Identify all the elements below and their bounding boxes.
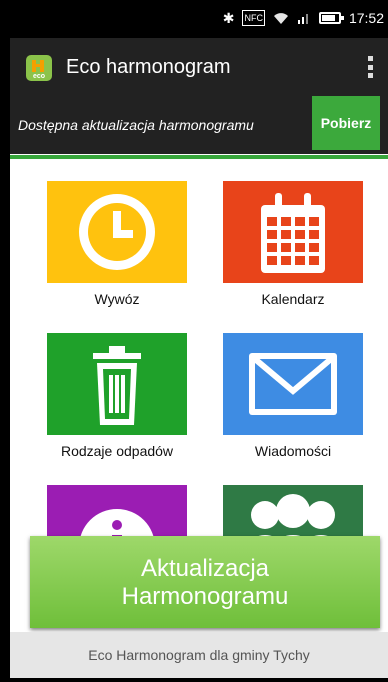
app-bar: eco Eco harmonogram (10, 38, 388, 96)
status-bar: ✱ NFC 17:52 (10, 0, 388, 38)
tile-rodzaje-odpadow-label: Rodzaje odpadów (60, 443, 174, 459)
calendar-icon (261, 193, 325, 273)
bluetooth-icon: ✱ (222, 10, 235, 26)
status-icons: ✱ NFC 17:52 (223, 10, 384, 26)
app-logo-text: eco (32, 73, 46, 80)
update-notice-bar: Dostępna aktualizacja harmonogramu Pobie… (10, 96, 388, 154)
overflow-menu-icon[interactable] (368, 56, 374, 78)
update-schedule-line2: Harmonogramu (121, 583, 289, 610)
tile-rodzaje-odpadow[interactable] (47, 333, 187, 435)
tile-kalendarz-label: Kalendarz (261, 291, 325, 307)
signal-icon (297, 14, 308, 24)
footer: Eco Harmonogram dla gminy Tychy (10, 632, 388, 678)
update-schedule-button[interactable]: Aktualizacja Harmonogramu (30, 536, 380, 628)
status-time: 17:52 (348, 10, 384, 26)
nfc-icon: NFC (242, 10, 265, 26)
tile-wiadomosci[interactable] (223, 333, 363, 435)
app-screen: ✱ NFC 17:52 eco Eco harmonogram Dostępna… (10, 0, 388, 682)
battery-icon (318, 12, 344, 24)
mail-icon (249, 353, 337, 415)
download-button[interactable]: Pobierz (312, 96, 380, 150)
trash-icon (93, 346, 141, 425)
tile-wywoz-label: Wywóz (94, 291, 140, 307)
tile-kalendarz[interactable] (223, 181, 363, 283)
clock-icon (79, 194, 155, 270)
app-logo-icon: eco (26, 55, 52, 81)
tile-wywoz[interactable] (47, 181, 187, 283)
tile-wiadomosci-label: Wiadomości (254, 443, 332, 459)
app-title: Eco harmonogram (66, 56, 231, 78)
wifi-icon (273, 13, 288, 24)
update-notice-text: Dostępna aktualizacja harmonogramu (18, 117, 254, 133)
bottom-edge (10, 678, 388, 682)
update-schedule-line1: Aktualizacja (140, 555, 270, 582)
